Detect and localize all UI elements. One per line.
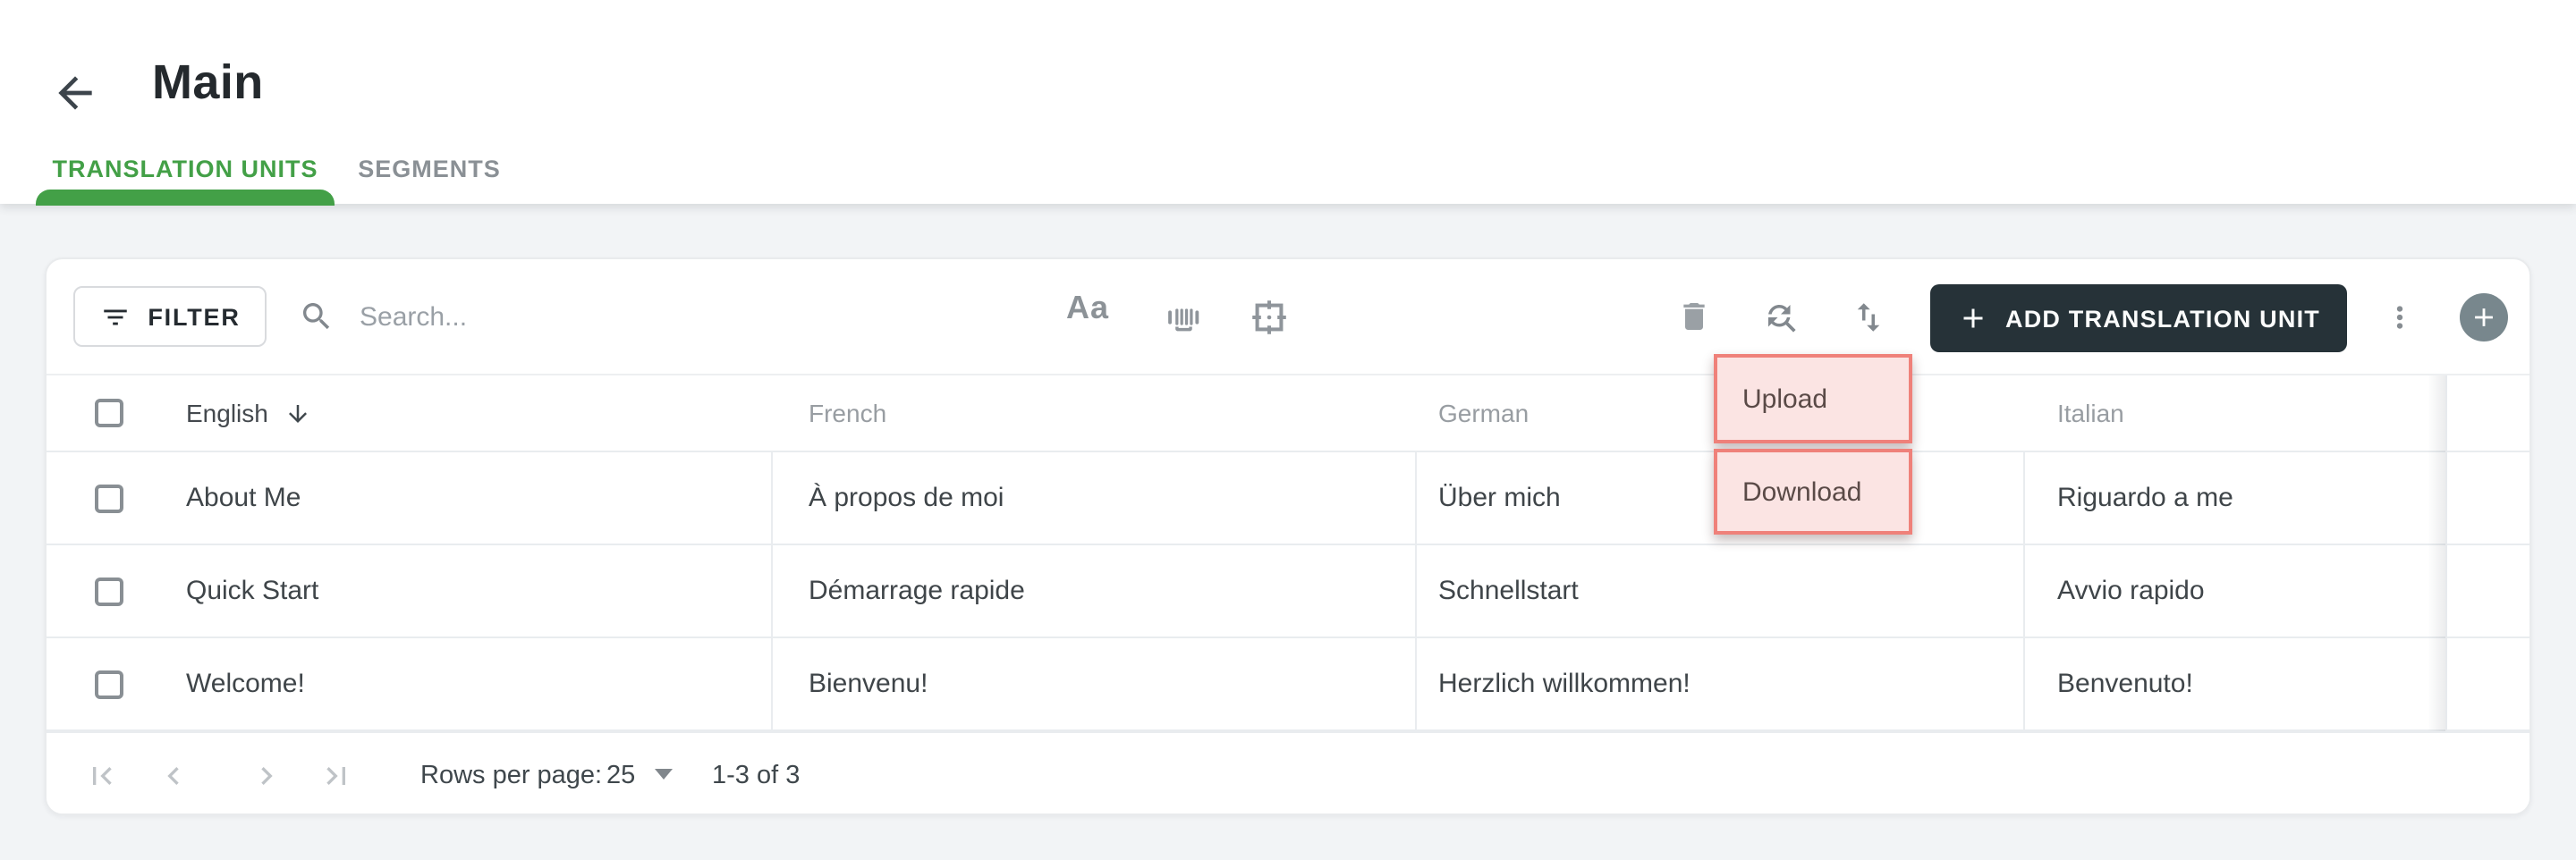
column-divider [1415,452,1417,731]
more-vert-icon [2383,300,2417,334]
cell-english[interactable]: Welcome! [186,638,305,729]
last-page-icon [318,758,354,794]
tab-label: SEGMENTS [358,155,501,181]
cell-italian[interactable]: Benvenuto! [2057,638,2193,729]
select-all-checkbox[interactable] [95,399,123,427]
cell-german[interactable]: Über mich [1438,452,1561,544]
add-circle-plus-icon [2469,302,2499,333]
filter-icon [99,301,130,332]
tab-segments[interactable]: SEGMENTS [351,132,508,204]
tab-label: TRANSLATION UNITS [52,155,318,181]
cell-english[interactable]: About Me [186,452,301,544]
column-header-english[interactable]: English [186,375,311,451]
cell-german[interactable]: Schnellstart [1438,545,1579,637]
find-replace-button[interactable] [1762,299,1800,336]
sticky-column-shadow [2428,375,2445,731]
row-checkbox[interactable] [95,670,123,699]
case-toggle-button[interactable]: Aa [1066,290,1109,327]
find-replace-icon [1762,299,1800,336]
active-tab-indicator [36,190,335,206]
last-page-button[interactable] [318,758,354,794]
sticky-column-divider [2445,375,2447,731]
first-page-button[interactable] [84,758,120,794]
table-footer: Rows per page: 25 1-3 of 3 [47,731,2529,814]
rows-per-page-label: Rows per page: [420,762,603,790]
table-row[interactable]: Quick Start Démarrage rapide Schnellstar… [47,545,2529,638]
import-export-menu: Upload Download [1714,354,1912,535]
row-checkbox[interactable] [95,485,123,513]
search-icon [299,299,335,334]
previous-page-button[interactable] [156,758,191,794]
column-label: English [186,399,268,427]
cell-french[interactable]: Démarrage rapide [809,545,1025,637]
column-label: German [1438,399,1530,427]
search-input[interactable] [356,299,953,333]
column-header-german[interactable]: German [1438,375,1529,451]
column-label: Italian [2057,399,2124,427]
top-bar: Main TRANSLATION UNITS SEGMENTS [0,0,2576,206]
sort-desc-arrow-icon [284,400,311,426]
filter-button-label: FILTER [148,303,241,330]
sort-button[interactable] [1850,299,1887,336]
add-button-label: ADD TRANSLATION UNIT [2005,305,2320,332]
translation-units-card: FILTER Aa [45,257,2531,815]
more-menu-button[interactable] [2383,300,2417,334]
add-translation-unit-button[interactable]: ADD TRANSLATION UNIT [1930,284,2347,352]
filter-button[interactable]: FILTER [73,286,267,347]
row-checkbox[interactable] [95,578,123,606]
barcode-icon [1163,297,1204,338]
cell-italian[interactable]: Riguardo a me [2057,452,2233,544]
frame-scan-icon [1249,297,1290,338]
column-header-italian[interactable]: Italian [2057,375,2124,451]
import-export-icon [1850,299,1887,336]
back-button[interactable] [50,68,100,118]
chevron-right-icon [249,758,284,794]
page-title: Main [152,55,264,109]
cell-italian[interactable]: Avvio rapido [2057,545,2205,637]
rows-per-page-dropdown-icon[interactable] [655,769,673,780]
add-column-button[interactable] [2460,293,2508,341]
menu-item-upload[interactable]: Upload [1714,354,1912,443]
column-divider [771,452,773,731]
cell-english[interactable]: Quick Start [186,545,318,637]
table-toolbar: FILTER Aa [47,259,2529,375]
cell-german[interactable]: Herzlich willkommen! [1438,638,1690,729]
arrow-back-icon [50,68,100,118]
table-row[interactable]: Welcome! Bienvenu! Herzlich willkommen! … [47,638,2529,731]
pagination-range-label: 1-3 of 3 [712,762,801,790]
cell-french[interactable]: Bienvenu! [809,638,928,729]
cell-french[interactable]: À propos de moi [809,452,1004,544]
delete-button[interactable] [1676,299,1712,334]
rows-per-page-select[interactable]: 25 [606,733,635,814]
frame-scan-button[interactable] [1249,297,1290,338]
delete-icon [1676,299,1712,334]
barcode-button[interactable] [1163,297,1204,338]
table-header-row: English French German Italian [47,375,2529,452]
table-row[interactable]: About Me À propos de moi Über mich Rigua… [47,452,2529,545]
next-page-button[interactable] [249,758,284,794]
page: Main TRANSLATION UNITS SEGMENTS FILTER S… [0,0,2576,860]
first-page-icon [84,758,120,794]
search-box [299,281,953,352]
column-header-french[interactable]: French [809,375,886,451]
chevron-left-icon [156,758,191,794]
column-label: French [809,399,887,427]
menu-item-download[interactable]: Download [1714,449,1912,535]
plus-icon [1957,302,1989,334]
column-divider [2023,452,2025,731]
